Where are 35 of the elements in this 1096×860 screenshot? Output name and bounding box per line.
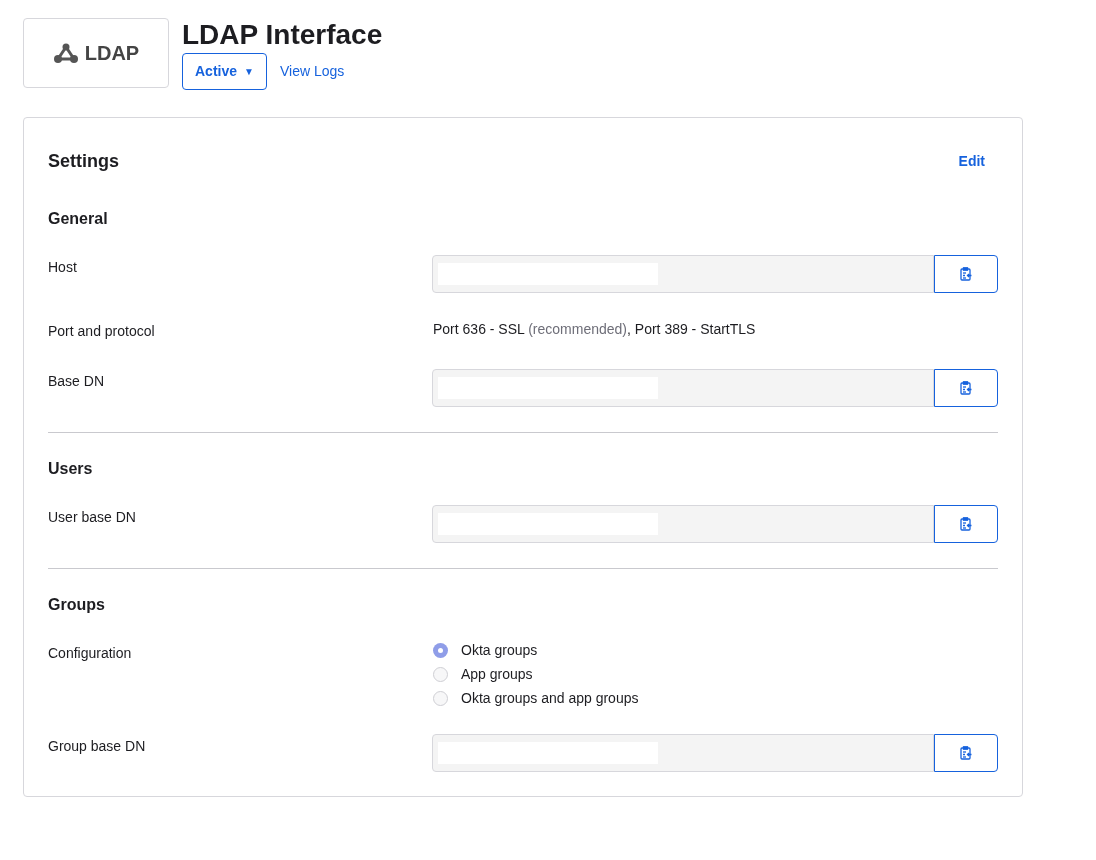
field-label: User base DN	[48, 509, 136, 525]
field-label: Configuration	[48, 645, 132, 661]
radio-option[interactable]: Okta groups and app groups	[433, 689, 639, 708]
copy-button[interactable]	[934, 255, 998, 293]
clipboard-icon	[960, 381, 972, 395]
connected-nodes-icon	[52, 42, 79, 64]
section-heading: Users	[48, 459, 94, 479]
radio-option[interactable]: App groups	[433, 665, 639, 684]
radio-unselected[interactable]	[433, 691, 448, 706]
port-protocol-text: Port 636 - SSL (recommended), Port 389 - StartTLS	[433, 320, 756, 339]
field-label: Base DN	[48, 373, 105, 389]
view-logs-link[interactable]: View Logs	[279, 61, 345, 82]
radio-option[interactable]: Okta groups	[433, 641, 639, 660]
section-heading: Groups	[48, 595, 106, 615]
radio-selected[interactable]	[433, 643, 448, 658]
field-label: Group base DN	[48, 738, 146, 754]
clipboard-icon	[960, 746, 972, 760]
copy-button[interactable]	[934, 505, 998, 543]
readonly-field[interactable]	[432, 255, 934, 293]
readonly-field[interactable]	[432, 369, 934, 407]
field-label: Host	[48, 259, 77, 275]
logo-text: LDAP	[84, 41, 140, 66]
section-heading: General	[48, 209, 109, 229]
field-label: Port and protocol	[48, 323, 155, 339]
readonly-field[interactable]	[432, 734, 934, 772]
copy-button[interactable]	[934, 734, 998, 772]
page-title: LDAP Interface	[182, 19, 383, 51]
radio-unselected[interactable]	[433, 667, 448, 682]
clipboard-icon	[960, 517, 972, 531]
readonly-field[interactable]	[432, 505, 934, 543]
status-dropdown[interactable]: Active ▼	[182, 53, 267, 90]
edit-link[interactable]: Edit	[958, 151, 985, 172]
copy-button[interactable]	[934, 369, 998, 407]
settings-heading: Settings	[48, 150, 119, 173]
clipboard-icon	[960, 267, 972, 281]
